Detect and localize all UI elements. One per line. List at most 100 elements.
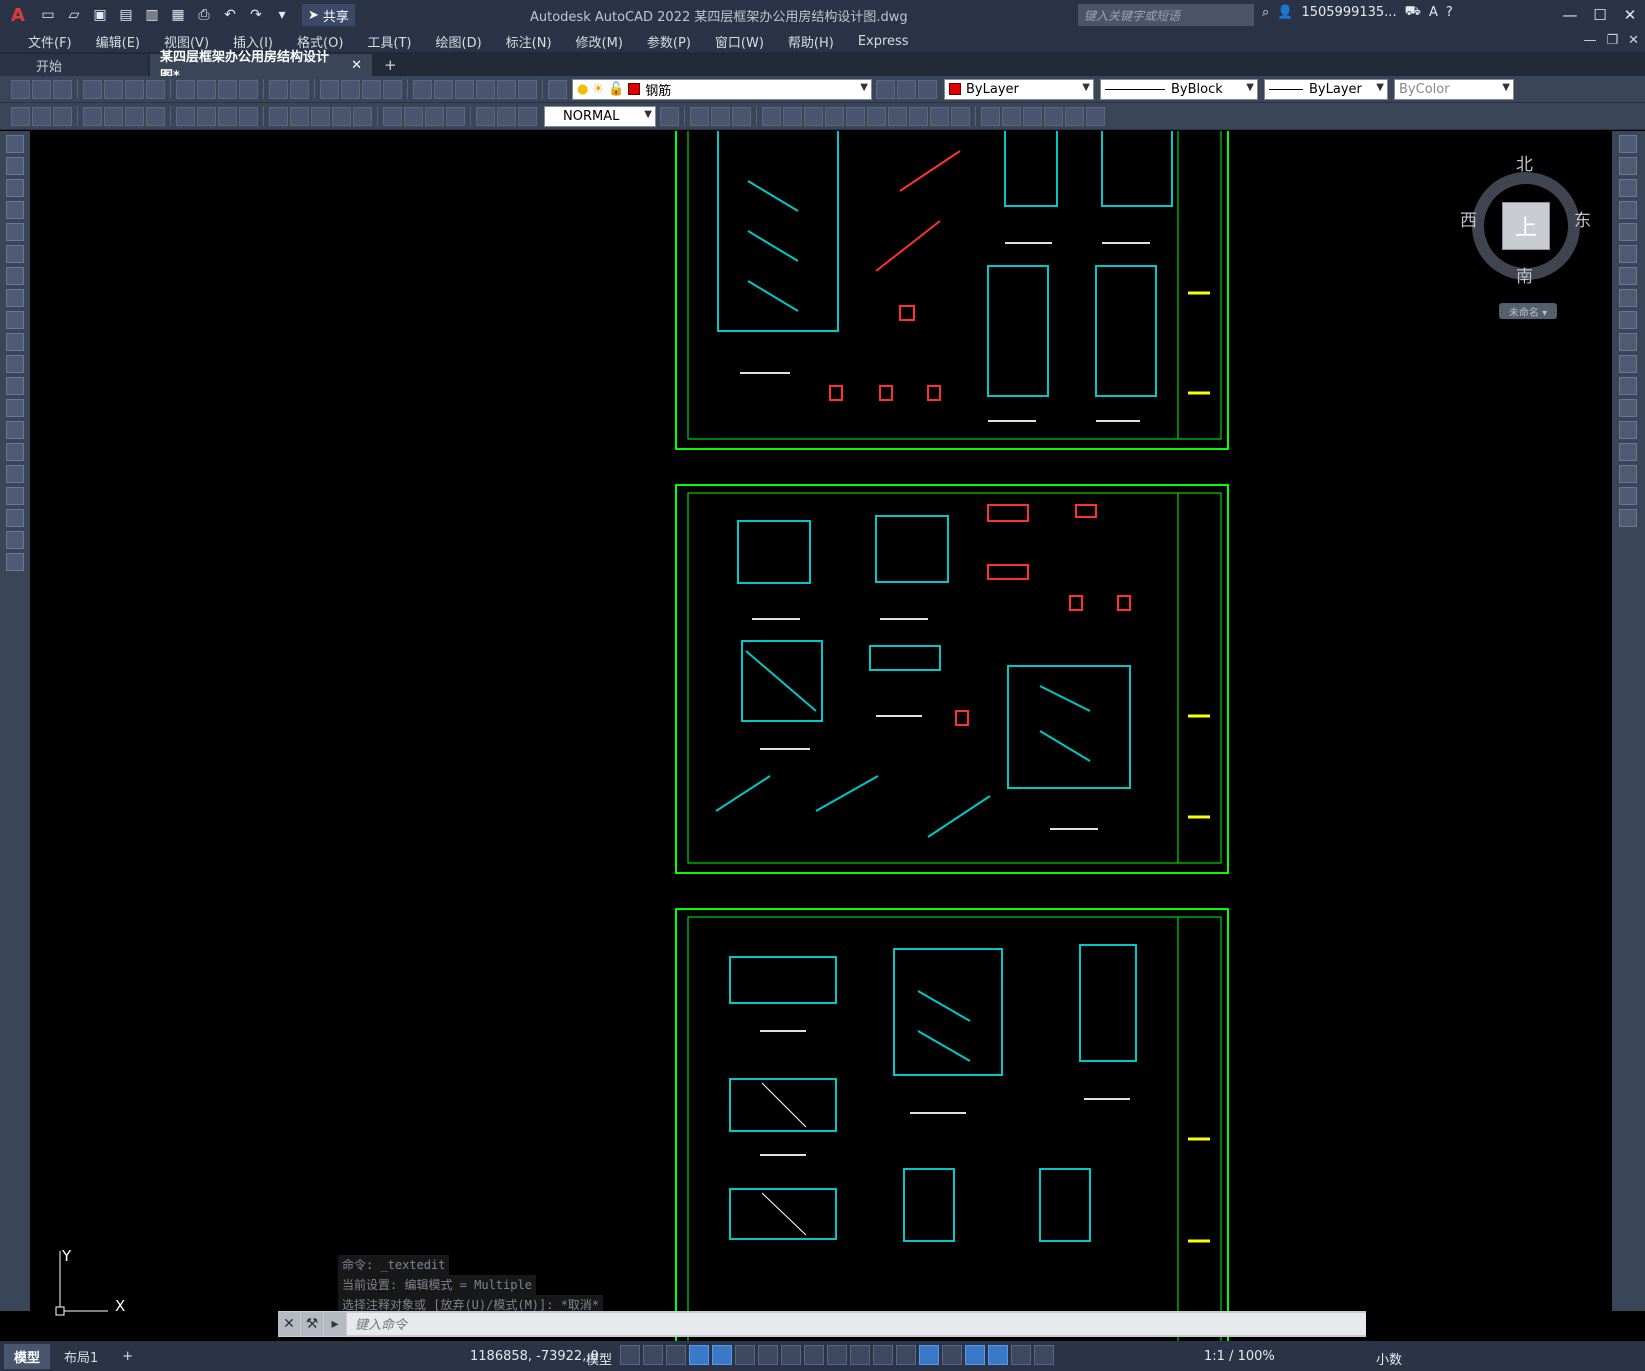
menu-edit[interactable]: 编辑(E)	[84, 32, 152, 51]
autodesk-app-icon[interactable]: A	[1429, 5, 1438, 20]
solid-box-icon[interactable]	[690, 106, 709, 126]
erase-icon[interactable]	[1619, 135, 1637, 153]
search-icon[interactable]: ⌕	[1262, 5, 1269, 20]
solid-subtract-icon[interactable]	[732, 106, 751, 126]
section-icon[interactable]	[846, 106, 865, 126]
make-block-icon[interactable]	[6, 399, 24, 417]
lights-icon[interactable]	[1044, 106, 1063, 126]
menu-window[interactable]: 窗口(W)	[703, 32, 776, 51]
insert-block-icon[interactable]	[6, 377, 24, 395]
arc-length-icon[interactable]	[125, 106, 144, 126]
diameter-dim-icon[interactable]	[218, 106, 237, 126]
tab-layout1[interactable]: 布局1	[54, 1344, 108, 1369]
scale-icon[interactable]	[1619, 289, 1637, 307]
aligned-dim-icon[interactable]	[104, 106, 123, 126]
layer-state-icon[interactable]	[918, 79, 937, 99]
annotation-visibility-icon[interactable]	[988, 1345, 1008, 1365]
menu-express[interactable]: Express	[846, 34, 921, 49]
autocad-logo-icon[interactable]: A	[0, 0, 36, 30]
menu-modify[interactable]: 修改(M)	[564, 32, 635, 51]
compass-north[interactable]: 北	[1516, 150, 1533, 175]
hatch-icon[interactable]	[6, 443, 24, 461]
save-icon[interactable]: ▣	[88, 4, 112, 26]
share-button[interactable]: ➤ 共享	[302, 4, 355, 26]
paste-icon[interactable]	[218, 79, 237, 99]
gradient-icon[interactable]	[6, 465, 24, 483]
auto-scale-icon[interactable]	[1011, 1345, 1031, 1365]
compass-west[interactable]: 西	[1460, 206, 1477, 231]
separate-icon[interactable]	[930, 106, 949, 126]
render-icon[interactable]	[1002, 106, 1021, 126]
break-icon[interactable]	[1619, 399, 1637, 417]
polar-tracking-icon[interactable]	[735, 1345, 755, 1365]
plotstyle-dropdown[interactable]: ByColor ▼	[1394, 78, 1514, 100]
dim-text-edit-icon[interactable]	[497, 106, 516, 126]
customize-wrench-icon[interactable]: ⚒	[301, 1312, 323, 1336]
polygon-icon[interactable]	[6, 201, 24, 219]
tab-close-icon[interactable]: ✕	[351, 58, 362, 73]
extrude-icon[interactable]	[762, 106, 781, 126]
tab-drawing[interactable]: 某四层框架办公用房结构设计图* ✕	[150, 50, 372, 84]
close-icon[interactable]: ✕	[1615, 0, 1645, 30]
plot-icon[interactable]	[83, 79, 102, 99]
menu-file[interactable]: 文件(F)	[16, 32, 84, 51]
drawing-canvas[interactable]	[30, 131, 1612, 1341]
dim-break-icon[interactable]	[353, 106, 372, 126]
polyline-icon[interactable]	[6, 179, 24, 197]
zoom-previous-icon[interactable]	[383, 79, 402, 99]
dynamic-input-icon[interactable]	[689, 1345, 709, 1365]
join-icon[interactable]	[1619, 421, 1637, 439]
doc-restore-icon[interactable]: ❐	[1606, 33, 1618, 48]
layer-properties-icon[interactable]	[548, 79, 567, 99]
model-space-toggle[interactable]: 模型	[586, 1349, 612, 1368]
annotation-scale[interactable]: 1:1 / 100%	[1204, 1349, 1275, 1364]
quick-dim-icon[interactable]	[269, 106, 288, 126]
publish-icon[interactable]	[125, 79, 144, 99]
doc-close-icon[interactable]: ✕	[1628, 33, 1639, 48]
materials-icon[interactable]	[1023, 106, 1042, 126]
slice-icon[interactable]	[825, 106, 844, 126]
customize-qa-icon[interactable]: ▾	[270, 4, 294, 26]
redo-icon[interactable]	[290, 79, 309, 99]
angular-dim-icon[interactable]	[239, 106, 258, 126]
save-icon[interactable]	[53, 79, 72, 99]
make-current-icon[interactable]	[876, 79, 895, 99]
solid-union-icon[interactable]	[711, 106, 730, 126]
layer-previous-icon[interactable]	[897, 79, 916, 99]
sheet-set-icon[interactable]	[476, 79, 495, 99]
transparency-icon[interactable]	[850, 1345, 870, 1365]
command-input[interactable]	[347, 1313, 1366, 1335]
circle-icon[interactable]	[6, 267, 24, 285]
compass-east[interactable]: 东	[1574, 206, 1591, 231]
grid-icon[interactable]	[620, 1345, 640, 1365]
ordinate-dim-icon[interactable]	[146, 106, 165, 126]
open-file-icon[interactable]: ▱	[62, 4, 86, 26]
calculator-icon[interactable]	[497, 79, 516, 99]
menu-help[interactable]: 帮助(H)	[776, 32, 846, 51]
dynamic-ucs-icon[interactable]	[919, 1345, 939, 1365]
rotate-icon[interactable]	[1619, 267, 1637, 285]
open-web-icon[interactable]: ▥	[140, 4, 164, 26]
linetype-dropdown[interactable]: ByBlock ▼	[1100, 78, 1258, 100]
toolbar-icon-a[interactable]	[11, 106, 30, 126]
zoom-realtime-icon[interactable]	[341, 79, 360, 99]
tolerance-icon[interactable]	[383, 106, 402, 126]
cart-icon[interactable]: ⛟	[1405, 4, 1421, 21]
radius-dim-icon[interactable]	[176, 106, 195, 126]
baseline-dim-icon[interactable]	[290, 106, 309, 126]
break-at-point-icon[interactable]	[1619, 377, 1637, 395]
close-command-icon[interactable]: ✕	[278, 1312, 300, 1336]
selection-filter-icon[interactable]	[942, 1345, 962, 1365]
add-selected-icon[interactable]	[6, 553, 24, 571]
shell-icon[interactable]	[888, 106, 907, 126]
interfere-icon[interactable]	[867, 106, 886, 126]
extend-icon[interactable]	[1619, 355, 1637, 373]
visual-style-icon[interactable]	[981, 106, 1000, 126]
ellipse-arc-icon[interactable]	[6, 355, 24, 373]
toolbar-icon-b[interactable]	[32, 106, 51, 126]
spline-icon[interactable]	[6, 311, 24, 329]
object-snap-tracking-icon[interactable]	[781, 1345, 801, 1365]
point-icon[interactable]	[6, 421, 24, 439]
properties-icon[interactable]	[413, 79, 432, 99]
fillet-icon[interactable]	[1619, 465, 1637, 483]
